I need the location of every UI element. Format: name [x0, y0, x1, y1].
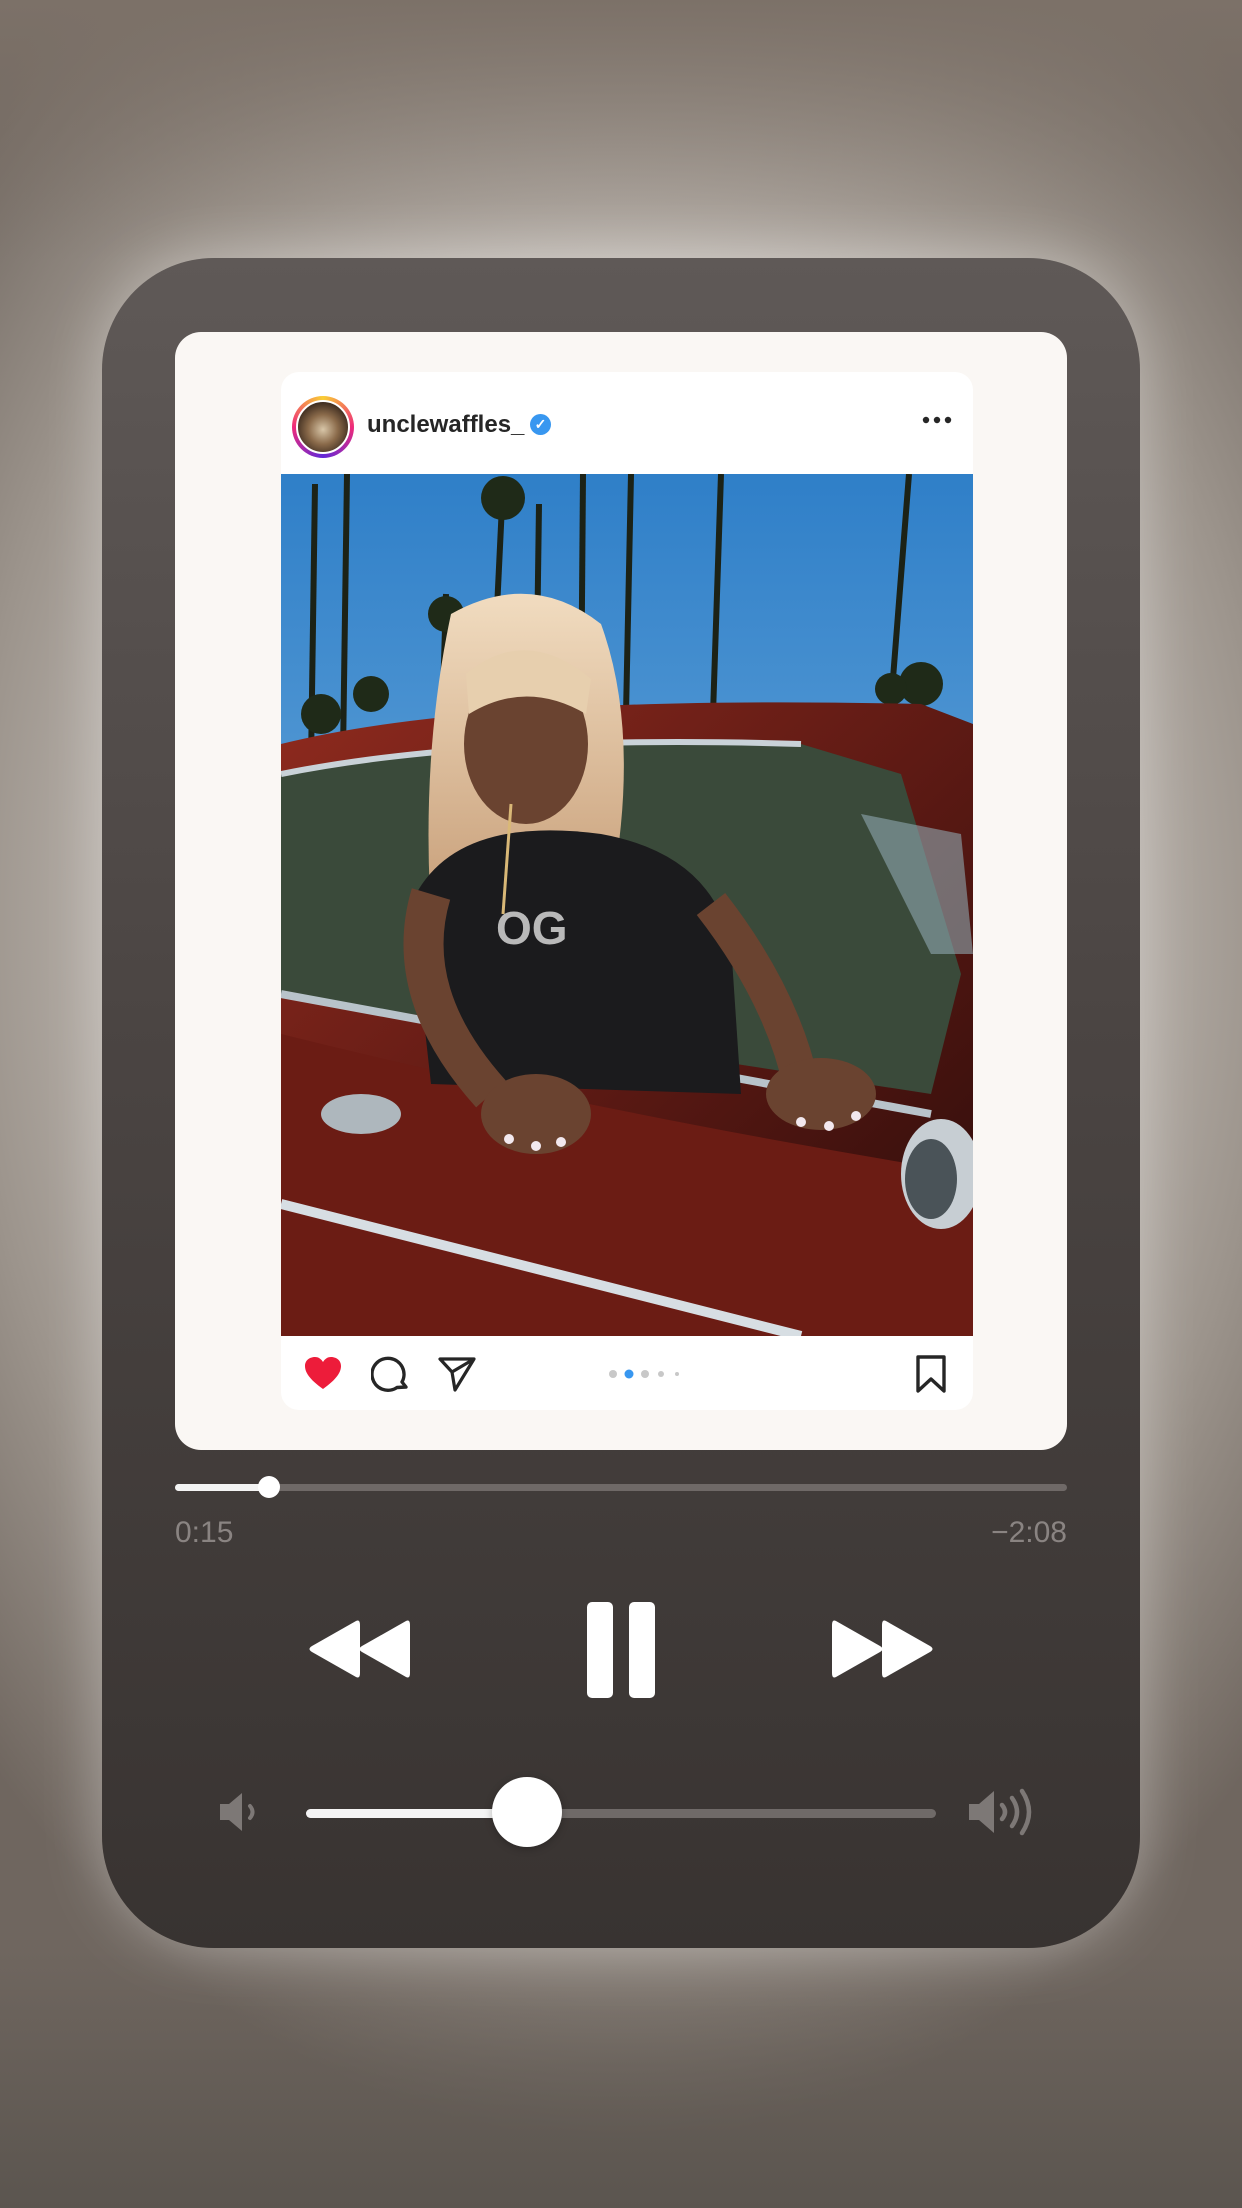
verified-badge-icon: ✓: [530, 414, 551, 435]
heart-icon[interactable]: [303, 1354, 343, 1394]
scrubber-progress: [175, 1484, 269, 1491]
volume-handle[interactable]: [491, 1777, 562, 1847]
instagram-post: unclewaffles_ ✓ OG: [281, 372, 973, 1410]
volume-low-icon: [220, 1793, 255, 1831]
rewind-icon[interactable]: [306, 1617, 414, 1681]
svg-text:OG: OG: [496, 902, 568, 954]
scrubber-track: [175, 1484, 1067, 1491]
carousel-dot-active: [624, 1369, 634, 1379]
carousel-indicator: [609, 1369, 679, 1379]
avatar[interactable]: [292, 396, 354, 458]
post-actions: [281, 1336, 973, 1410]
avatar-image: [296, 400, 350, 454]
background-bottom: [0, 1950, 1242, 2208]
volume-slider[interactable]: [306, 1777, 936, 1847]
share-icon[interactable]: [437, 1354, 477, 1394]
carousel-dot: [675, 1372, 679, 1376]
bookmark-icon[interactable]: [911, 1354, 951, 1394]
scrubber-handle[interactable]: [257, 1476, 280, 1498]
fast-forward-icon[interactable]: [828, 1617, 936, 1681]
comment-icon[interactable]: [371, 1354, 411, 1394]
carousel-dot: [658, 1371, 664, 1377]
carousel-dot: [641, 1370, 649, 1378]
volume-high-icon: [969, 1788, 1032, 1836]
post-header: unclewaffles_ ✓: [281, 372, 973, 474]
elapsed-time: 0:15: [175, 1516, 234, 1549]
pause-icon[interactable]: [585, 1600, 657, 1700]
playback-scrubber[interactable]: [175, 1476, 1067, 1498]
carousel-dot: [609, 1370, 617, 1378]
album-artwork: unclewaffles_ ✓ OG: [175, 332, 1067, 1450]
post-username[interactable]: unclewaffles_: [367, 410, 524, 440]
more-icon[interactable]: [921, 414, 953, 426]
background-top: [0, 0, 1242, 260]
post-photo: OG: [281, 474, 973, 1336]
remaining-time: −2:08: [991, 1516, 1067, 1549]
